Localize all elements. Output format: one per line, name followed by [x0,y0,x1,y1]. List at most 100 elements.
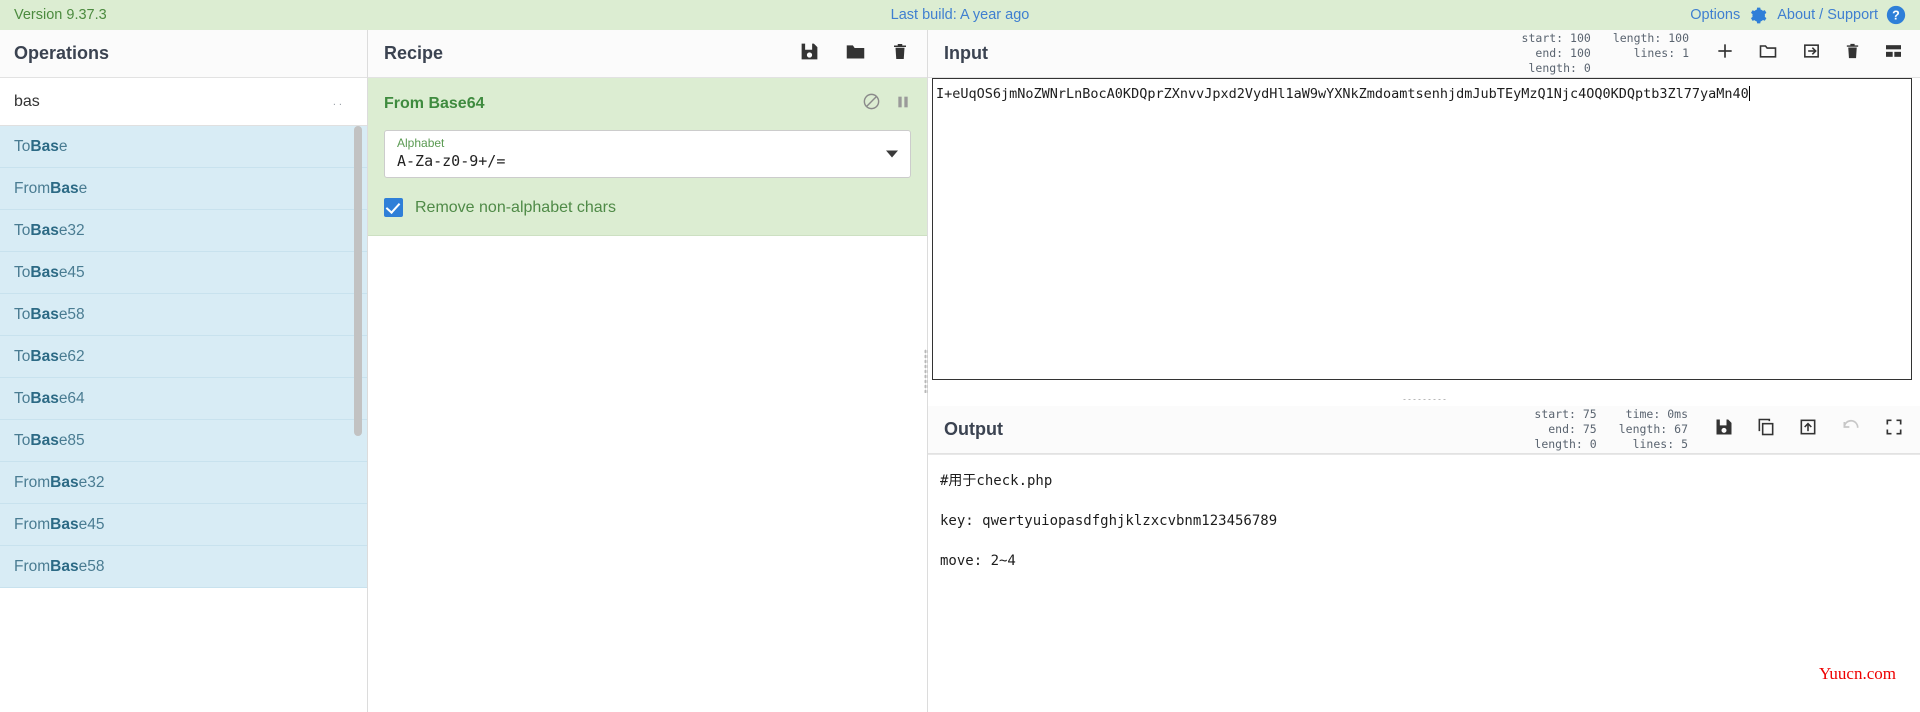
input-area: I+eUqOS6jmNoZWNrLnBocA0KDQprZXnvvJpxd2Vy… [928,78,1920,394]
output-start-stat: start: 75 [1534,407,1597,422]
input-end-stat: end: 100 [1535,46,1591,61]
alphabet-label: Alphabet [397,136,445,150]
recipe-panel: Recipe From Base64 Alphabet A-Za-z0-9+/=… [368,30,928,712]
operation-list-item[interactable]: From Bas e32 [0,462,367,504]
output-line: move: 2~4 [940,553,1016,569]
remove-non-alphabet-label: Remove non-alphabet chars [415,198,617,216]
tabs-icon[interactable] [1883,41,1904,66]
main-columns: Operations .. To BaseFrom BaseTo Base32T… [0,30,1920,712]
operation-list-item[interactable]: From Bas e [0,168,367,210]
search-ellipsis-icon: .. [332,95,345,108]
operations-title: Operations [14,43,110,63]
recipe-toolbar [799,41,909,67]
version-label: Version 9.37.3 [14,7,107,23]
operation-list-item[interactable]: To Bas e85 [0,420,367,462]
trash-icon[interactable] [891,41,909,67]
svg-text:?: ? [1892,9,1900,23]
undo-icon[interactable] [1840,417,1862,442]
alphabet-value: A-Za-z0-9+/= [397,152,506,170]
search-input[interactable] [0,78,367,125]
output-textarea[interactable]: #用于check.php key: qwertyuiopasdfghjklzxcv… [928,454,1920,712]
copy-icon[interactable] [1756,417,1776,442]
options-button[interactable]: Options [1690,6,1767,25]
cyberchef-app: Version 9.37.3 Last build: A year ago Op… [0,0,1920,712]
horizontal-splitter-grip-icon [1402,398,1446,402]
operation-list-item[interactable]: To Bas e62 [0,336,367,378]
output-stats: start: 75 end: 75 length: 0 time: 0ms le… [1534,407,1688,451]
remove-non-alphabet-checkbox[interactable] [384,198,403,217]
output-doc-stats: time: 0ms length: 67 lines: 5 [1619,407,1688,451]
top-banner: Version 9.37.3 Last build: A year ago Op… [0,0,1920,30]
output-length-stat: length: 67 [1618,422,1688,437]
output-selection-stats: start: 75 end: 75 length: 0 [1534,407,1596,451]
save-icon[interactable] [1714,417,1734,442]
operation-list-item[interactable]: To Bas e32 [0,210,367,252]
trash-icon[interactable] [1844,41,1861,66]
output-lines: #用于check.php key: qwertyuiopasdfghjklzxcv… [940,461,1908,581]
banner-links: Options About / Support ? [1690,5,1920,25]
save-icon[interactable] [799,41,820,67]
input-length-stat: length: 100 [1612,31,1689,46]
bake-to-input-icon[interactable] [1798,417,1818,442]
folder-open-icon[interactable] [1757,41,1779,66]
output-sel-length-stat: length: 0 [1534,436,1597,451]
operations-header: Operations [0,30,367,78]
operation-list-item[interactable]: From Bas e58 [0,546,367,588]
pause-icon[interactable] [895,93,911,116]
operation-list-item[interactable]: From Bas e45 [0,504,367,546]
output-title: Output [944,419,1003,439]
remove-non-alphabet-row[interactable]: Remove non-alphabet chars [384,198,911,217]
operations-panel: Operations .. To BaseFrom BaseTo Base32T… [0,30,368,712]
import-icon[interactable] [1801,41,1822,66]
folder-icon[interactable] [844,41,867,67]
about-support-label: About / Support [1777,7,1878,23]
operation-list-item[interactable]: To Bas e [0,126,367,168]
input-output-splitter[interactable] [928,394,1920,406]
output-end-stat: end: 75 [1548,422,1597,437]
input-lines-stat: lines: 1 [1633,46,1689,61]
input-textarea[interactable]: I+eUqOS6jmNoZWNrLnBocA0KDQprZXnvvJpxd2Vy… [932,78,1912,380]
output-lines-stat: lines: 5 [1632,436,1688,451]
watermark: Yuucn.com [1819,664,1896,683]
input-title: Input [944,43,988,63]
input-text: I+eUqOS6jmNoZWNrLnBocA0KDQprZXnvvJpxd2Vy… [936,86,1749,102]
operations-search-wrap: .. [0,78,367,126]
operations-list[interactable]: To Bas e From Bas e To Bas e32 To Bas e45 To Bas… [0,126,367,712]
question-circle-icon[interactable]: ? [1886,5,1906,25]
options-label: Options [1690,7,1741,23]
operations-scrollbar[interactable] [354,126,362,436]
input-doc-stats: length: 100 lines: 1 [1613,31,1689,75]
operation-name: From Base64 [384,95,485,112]
about-support-button[interactable]: About / Support ? [1777,5,1906,25]
operation-header: From Base64 [368,78,927,124]
io-panel: Input start: 100 end: 100 length: 0 leng… [928,30,1920,712]
input-sel-length-stat: length: 0 [1528,60,1591,75]
text-caret [1748,86,1750,101]
alphabet-select[interactable]: Alphabet A-Za-z0-9+/= [384,130,911,178]
input-stats: start: 100 end: 100 length: 0 length: 10… [1522,31,1689,75]
recipe-header: Recipe [368,30,927,78]
last-build-link[interactable]: Last build: A year ago [891,7,1030,23]
operation-controls [862,92,911,116]
operation-list-item[interactable]: To Bas e45 [0,252,367,294]
input-toolbar [1715,41,1904,66]
recipe-empty-area[interactable] [368,236,927,712]
operation-list-item[interactable]: To Bas e64 [0,378,367,420]
input-left-grip[interactable] [928,78,933,394]
maximise-icon[interactable] [1884,417,1904,442]
gear-icon[interactable] [1748,6,1767,25]
output-toolbar [1714,417,1904,442]
operation-list-item[interactable]: To Bas e58 [0,294,367,336]
output-line: #用于check.php [940,473,1053,489]
disable-icon[interactable] [862,92,881,116]
input-start-stat: start: 100 [1521,31,1591,46]
plus-icon[interactable] [1715,41,1735,66]
output-time-stat: time: 0ms [1625,407,1688,422]
input-selection-stats: start: 100 end: 100 length: 0 [1522,31,1591,75]
recipe-operation-from-base64[interactable]: From Base64 Alphabet A-Za-z0-9+/= Remove… [368,78,927,236]
recipe-title: Recipe [384,43,444,63]
input-header: Input start: 100 end: 100 length: 0 leng… [928,30,1920,78]
chevron-down-icon[interactable] [886,150,898,158]
output-header: Output start: 75 end: 75 length: 0 time:… [928,406,1920,454]
output-line: key: qwertyuiopasdfghjklzxcvbnm123456789 [940,513,1278,529]
